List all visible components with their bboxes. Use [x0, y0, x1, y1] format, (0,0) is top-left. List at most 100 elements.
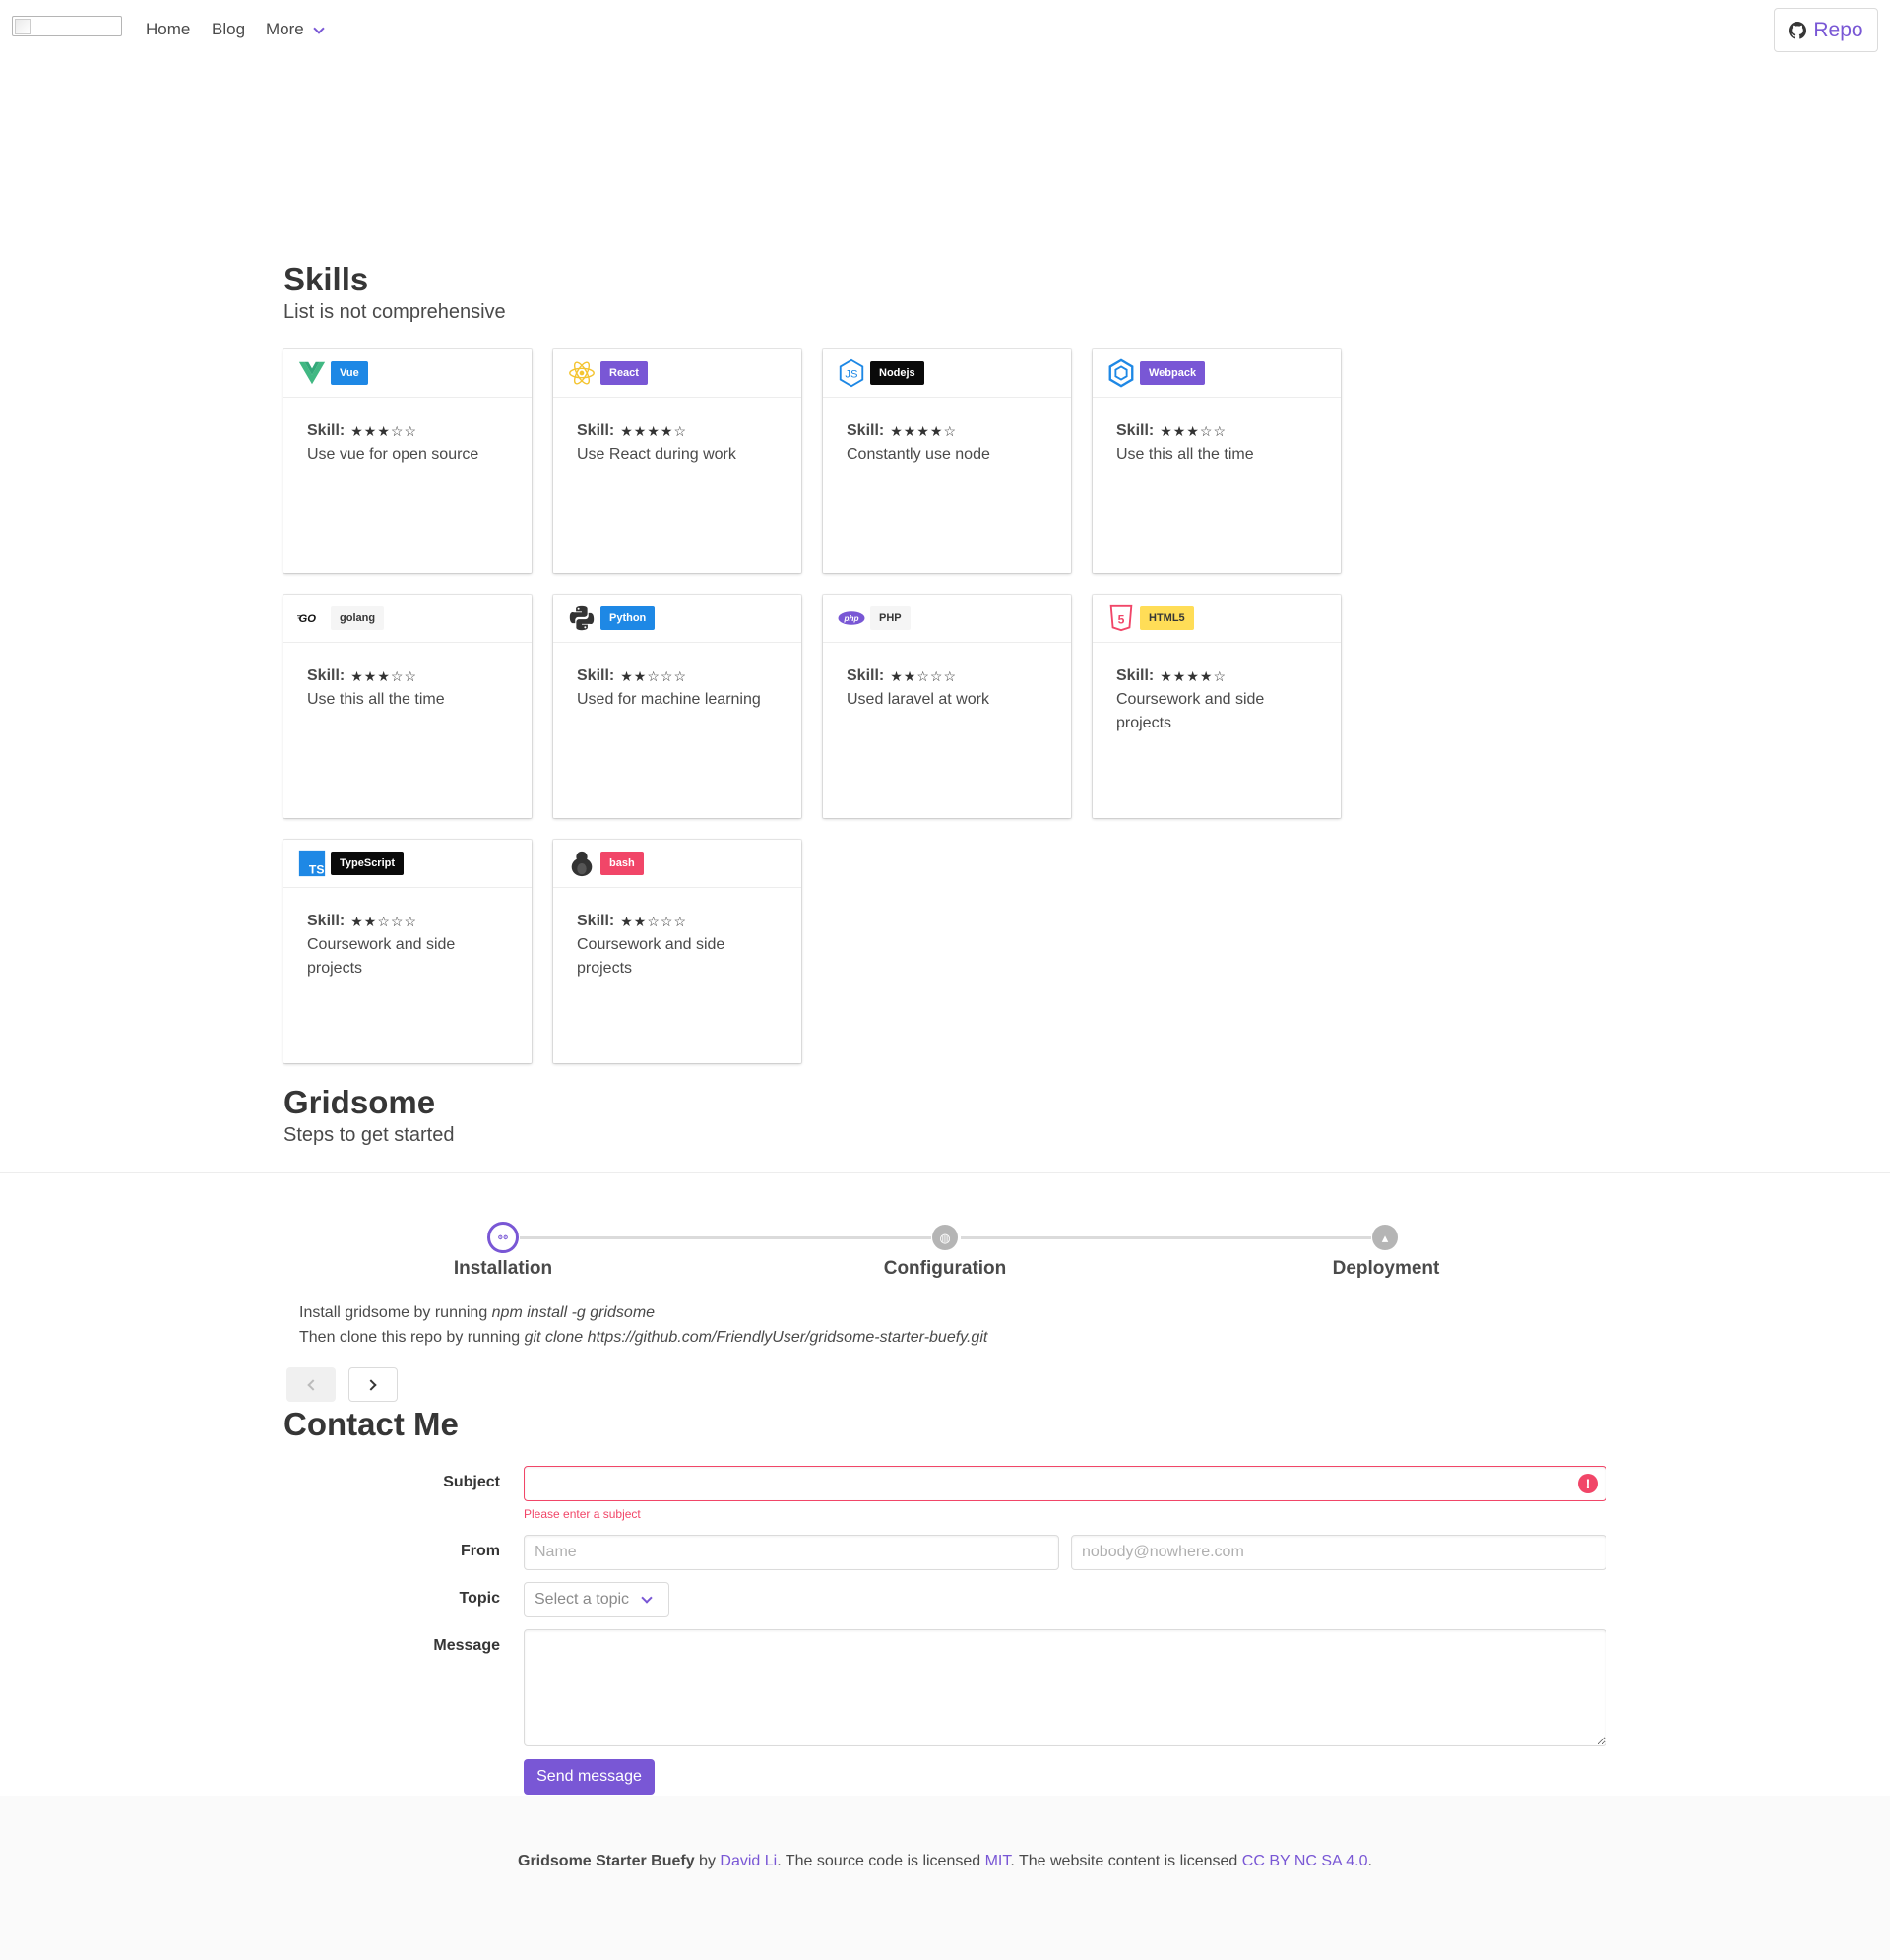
- svg-text:GO: GO: [299, 613, 317, 625]
- skill-description: Coursework and side projects: [1116, 691, 1265, 731]
- step-content: Install gridsome by running npm install …: [299, 1300, 987, 1350]
- footer-cc-link[interactable]: CC BY NC SA 4.0: [1242, 1853, 1368, 1869]
- skill-tag: Nodejs: [870, 361, 924, 385]
- footer-text: Gridsome Starter Buefy by David Li. The …: [0, 1853, 1890, 1870]
- topic-select-value: Select a topic: [535, 1591, 630, 1608]
- gridsome-subtitle: Steps to get started: [284, 1124, 455, 1146]
- step-marker-configuration[interactable]: ◍: [932, 1225, 958, 1250]
- skill-rating: Skill: ★★★★☆: [847, 419, 1047, 443]
- repo-button[interactable]: Repo: [1774, 8, 1878, 52]
- footer-end: .: [1367, 1853, 1372, 1869]
- step-label-deployment[interactable]: Deployment: [1333, 1258, 1440, 1280]
- star-rating-icon: ★★★★☆: [1160, 668, 1227, 684]
- skill-description: Use React during work: [577, 446, 736, 463]
- skill-description: Coursework and side projects: [577, 936, 725, 977]
- vue-icon: [296, 357, 328, 389]
- skill-card: TS TypeScript Skill: ★★☆☆☆ Coursework and si…: [284, 840, 532, 1063]
- skill-card: JS Nodejs Skill: ★★★★☆ Constantly use node: [823, 349, 1071, 573]
- skill-rating: Skill: ★★★☆☆: [307, 664, 508, 688]
- skill-card-header: React: [553, 349, 801, 398]
- nav-home-link[interactable]: Home: [146, 20, 190, 39]
- footer-mit-link[interactable]: MIT: [985, 1853, 1011, 1869]
- skill-card-header: Webpack: [1093, 349, 1341, 398]
- skill-card-header: 5 HTML5: [1093, 595, 1341, 643]
- step-label-configuration[interactable]: Configuration: [884, 1258, 1007, 1280]
- skill-card-body: Skill: ★★★★☆ Coursework and side projects: [1093, 643, 1341, 735]
- error-icon: !: [1578, 1474, 1598, 1493]
- skill-tag: bash: [600, 852, 644, 875]
- skill-tag: HTML5: [1140, 606, 1194, 630]
- python-icon: [566, 602, 598, 634]
- skill-rating: Skill: ★★☆☆☆: [847, 664, 1047, 688]
- skill-label: Skill:: [1116, 422, 1155, 439]
- footer-code-license-text: . The source code is licensed: [777, 1853, 985, 1869]
- previous-step-button[interactable]: [286, 1367, 336, 1402]
- skill-description: Coursework and side projects: [307, 936, 456, 977]
- skill-description: Use vue for open source: [307, 446, 479, 463]
- html5-icon: 5: [1105, 602, 1137, 634]
- skill-card-header: TS TypeScript: [284, 840, 532, 888]
- skill-card: 5 HTML5 Skill: ★★★★☆ Coursework and side pro…: [1093, 595, 1341, 818]
- skill-tag: PHP: [870, 606, 911, 630]
- golang-icon: GO: [296, 602, 328, 634]
- skill-label: Skill:: [847, 422, 885, 439]
- skill-rating: Skill: ★★★★☆: [577, 419, 778, 443]
- star-rating-icon: ★★★★☆: [620, 423, 687, 439]
- next-step-button[interactable]: [348, 1367, 398, 1402]
- react-icon: [566, 357, 598, 389]
- from-label: From: [461, 1543, 500, 1559]
- step-marker-deployment[interactable]: ▴: [1372, 1225, 1398, 1250]
- skill-card-body: Skill: ★★☆☆☆ Used laravel at work: [823, 643, 1071, 712]
- skill-card-body: Skill: ★★★☆☆ Use this all the time: [1093, 398, 1341, 467]
- skill-rating: Skill: ★★★☆☆: [307, 419, 508, 443]
- skill-card-body: Skill: ★★★★☆ Constantly use node: [823, 398, 1071, 467]
- star-rating-icon: ★★☆☆☆: [620, 668, 687, 684]
- skill-card-body: Skill: ★★☆☆☆ Coursework and side projects: [553, 888, 801, 980]
- step-connector: [961, 1236, 1371, 1239]
- php-icon: php: [836, 602, 867, 634]
- step-marker-installation[interactable]: ⚙⚙: [487, 1222, 519, 1253]
- skill-card: Webpack Skill: ★★★☆☆ Use this all the time: [1093, 349, 1341, 573]
- skill-card: php PHP Skill: ★★☆☆☆ Used laravel at work: [823, 595, 1071, 818]
- chevron-right-icon: [365, 1378, 377, 1391]
- star-rating-icon: ★★☆☆☆: [890, 668, 957, 684]
- nodejs-icon: JS: [836, 357, 867, 389]
- skill-card-body: Skill: ★★☆☆☆ Used for machine learning: [553, 643, 801, 712]
- send-message-button[interactable]: Send message: [524, 1759, 655, 1795]
- message-textarea[interactable]: [524, 1629, 1606, 1746]
- subject-input[interactable]: [524, 1466, 1606, 1501]
- svg-text:TS: TS: [309, 862, 325, 876]
- svg-text:JS: JS: [845, 369, 857, 381]
- skill-card-header: bash: [553, 840, 801, 888]
- chevron-down-icon: [313, 22, 325, 34]
- skill-description: Use this all the time: [307, 691, 445, 708]
- skill-card: bash Skill: ★★☆☆☆ Coursework and side proje…: [553, 840, 801, 1063]
- skill-label: Skill:: [307, 422, 346, 439]
- email-input[interactable]: [1071, 1535, 1606, 1570]
- skill-tag: React: [600, 361, 648, 385]
- footer-project-name: Gridsome Starter Buefy: [518, 1853, 695, 1869]
- skill-label: Skill:: [1116, 667, 1155, 684]
- site-logo[interactable]: [12, 16, 122, 36]
- skill-tag: golang: [331, 606, 385, 630]
- skill-rating: Skill: ★★★☆☆: [1116, 419, 1317, 443]
- step-label-installation[interactable]: Installation: [454, 1258, 552, 1280]
- skill-description: Use this all the time: [1116, 446, 1254, 463]
- skill-card-header: JS Nodejs: [823, 349, 1071, 398]
- name-input[interactable]: [524, 1535, 1059, 1570]
- topic-select[interactable]: Select a topic: [524, 1582, 669, 1617]
- globe-icon: ◍: [939, 1230, 951, 1245]
- skill-card-body: Skill: ★★★★☆ Use React during work: [553, 398, 801, 467]
- nav-more-dropdown[interactable]: More: [266, 20, 325, 39]
- repo-label: Repo: [1813, 18, 1863, 41]
- chevron-down-icon: [641, 1592, 653, 1604]
- footer: Gridsome Starter Buefy by David Li. The …: [0, 1796, 1890, 1960]
- skill-label: Skill:: [307, 913, 346, 929]
- footer-author-link[interactable]: David Li: [720, 1853, 777, 1869]
- star-rating-icon: ★★☆☆☆: [350, 914, 417, 929]
- skill-label: Skill:: [307, 667, 346, 684]
- clone-command: git clone https://github.com/FriendlyUse…: [524, 1329, 988, 1346]
- star-rating-icon: ★★★☆☆: [1160, 423, 1227, 439]
- skill-description: Used for machine learning: [577, 691, 761, 708]
- nav-blog-link[interactable]: Blog: [212, 20, 245, 39]
